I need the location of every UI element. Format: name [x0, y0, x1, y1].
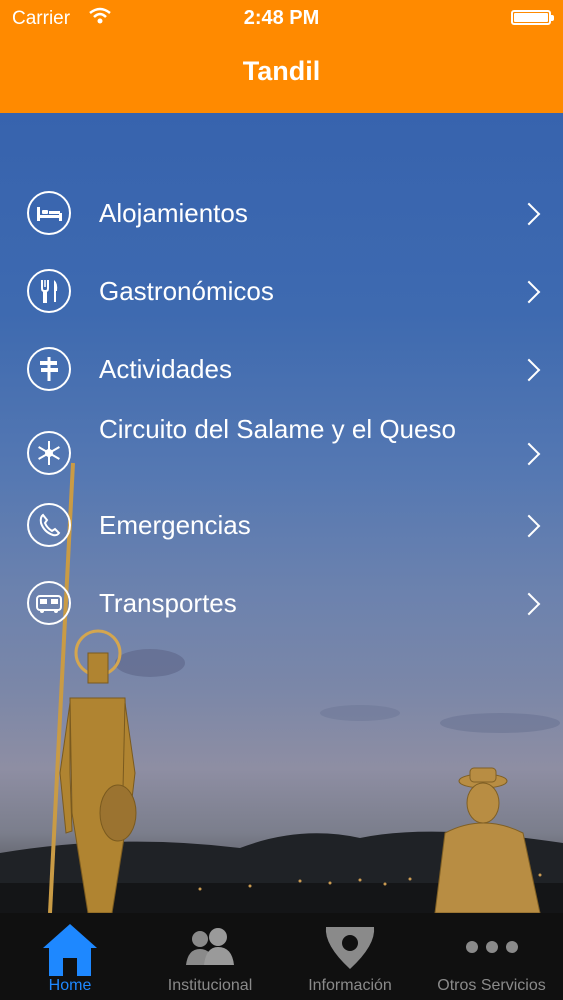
- more-icon: [464, 939, 520, 960]
- chevron-right-icon: [517, 442, 541, 466]
- snowflake-icon: [27, 431, 71, 475]
- tab-institucional[interactable]: Institucional: [140, 913, 280, 1000]
- menu-item-label: Emergencias: [99, 510, 251, 540]
- chevron-right-icon: [517, 514, 541, 538]
- tab-label: Home: [48, 977, 92, 994]
- home-icon: [39, 921, 101, 984]
- status-bar: Carrier 2:48 PM: [0, 0, 563, 36]
- tab-label: Institucional: [167, 977, 253, 994]
- chevron-right-icon: [517, 358, 541, 382]
- menu-item-actividades[interactable]: Actividades: [0, 330, 563, 406]
- chevron-right-icon: [517, 202, 541, 226]
- fork-knife-icon: [27, 269, 71, 313]
- clock: 2:48 PM: [243, 7, 320, 29]
- menu-item-alojamientos[interactable]: Alojamientos: [0, 174, 563, 250]
- chevron-right-icon: [517, 280, 541, 304]
- signpost-icon: [27, 347, 71, 391]
- navigation-header: Carrier 2:48 PM Tandil: [0, 0, 563, 113]
- menu-item-label: Alojamientos: [99, 198, 248, 228]
- bed-icon: [27, 191, 71, 235]
- tab-bar: Home Institucional Información Otros Ser…: [0, 913, 563, 1000]
- menu-item-transportes[interactable]: Transportes: [0, 564, 563, 640]
- tab-label: Información: [308, 977, 392, 994]
- tab-otros-servicios[interactable]: Otros Servicios: [420, 913, 563, 1000]
- info-shield-icon: [322, 923, 378, 976]
- bus-icon: [27, 581, 71, 625]
- tab-home[interactable]: Home: [0, 913, 140, 1000]
- page-title: Tandil: [242, 56, 321, 86]
- tab-informacion[interactable]: Información: [280, 913, 420, 1000]
- menu-item-label: Gastronómicos: [99, 276, 274, 306]
- menu-item-circuito[interactable]: Circuito del Salame y el Queso: [0, 408, 563, 498]
- menu-item-label: Circuito del Salame y el Queso: [99, 414, 456, 444]
- tab-label: Otros Servicios: [437, 977, 546, 994]
- menu-item-label: Actividades: [99, 354, 232, 384]
- menu-item-emergencias[interactable]: Emergencias: [0, 486, 563, 562]
- menu-item-label: Transportes: [99, 588, 237, 618]
- phone-icon: [27, 503, 71, 547]
- chevron-right-icon: [517, 592, 541, 616]
- battery-icon: [511, 10, 554, 25]
- menu-item-gastronomicos[interactable]: Gastronómicos: [0, 252, 563, 328]
- people-icon: [180, 927, 240, 972]
